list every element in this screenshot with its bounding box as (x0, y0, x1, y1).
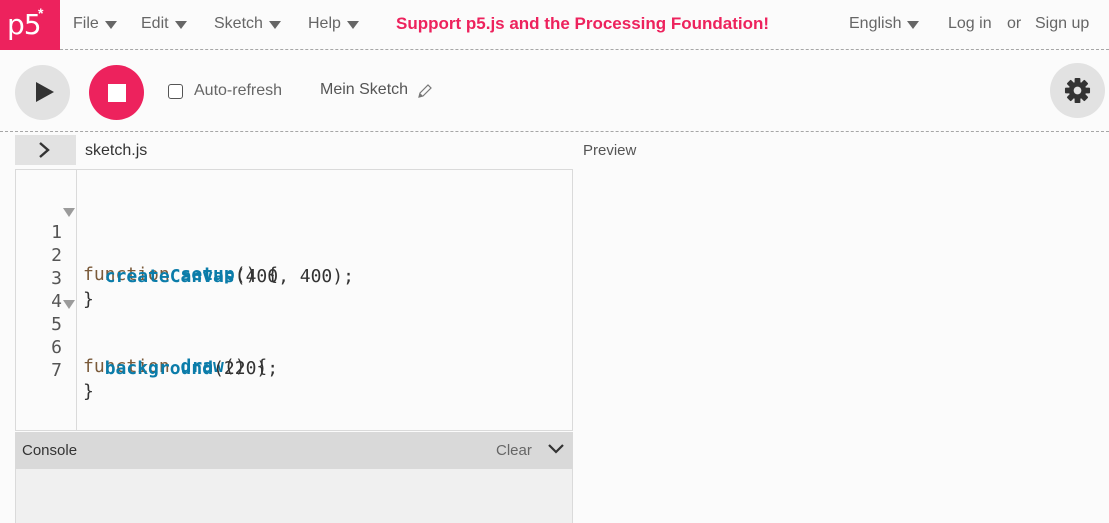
stop-button[interactable] (89, 65, 144, 120)
code-line[interactable]: 3 } (16, 247, 94, 310)
pencil-icon[interactable] (417, 83, 433, 99)
auto-refresh-checkbox[interactable] (168, 84, 183, 99)
console-title: Console (22, 442, 78, 459)
code-text: (220); (213, 358, 279, 379)
chevron-right-icon (39, 142, 50, 158)
logo-text: p5 (7, 8, 42, 41)
signup-link[interactable]: Sign up (1035, 15, 1089, 33)
fold-arrow-icon[interactable] (63, 208, 75, 217)
menu-edit-label: Edit (141, 15, 169, 32)
auto-refresh-label[interactable]: Auto-refresh (194, 82, 282, 100)
chevron-down-icon[interactable] (547, 442, 565, 456)
menu-help-label: Help (308, 15, 341, 32)
logo-star: * (38, 5, 44, 21)
file-tab[interactable]: sketch.js (85, 142, 147, 160)
line-number: 7 (51, 360, 62, 381)
menu-help[interactable]: Help (308, 15, 359, 33)
code-line[interactable]: 1 function setup() { (16, 201, 278, 285)
sidebar-toggle-button[interactable] (15, 135, 76, 165)
caret-down-icon (268, 21, 281, 29)
menu-file-label: File (73, 15, 99, 32)
caret-down-icon (104, 21, 117, 29)
code-line[interactable]: 7 } (16, 339, 94, 402)
menu-file[interactable]: File (73, 15, 117, 33)
menu-edit[interactable]: Edit (141, 15, 187, 33)
p5-logo[interactable]: p5 * (0, 0, 60, 50)
console-header: Console Clear (15, 432, 573, 469)
function-call: createCanvas (104, 266, 235, 287)
toolbar: Auto-refresh Mein Sketch (0, 51, 1109, 132)
code-line[interactable]: 2 createCanvas(400, 400); (16, 224, 354, 287)
sketch-name[interactable]: Mein Sketch (320, 81, 408, 99)
gear-icon (1064, 77, 1091, 104)
code-text: } (83, 289, 94, 310)
console-output (15, 469, 573, 523)
code-line[interactable]: 5 function draw() { (16, 293, 267, 377)
caret-down-icon (346, 21, 359, 29)
stop-icon (108, 84, 126, 102)
function-call: background (104, 358, 214, 379)
code-editor[interactable]: 1 function setup() { 2 createCanvas(400,… (15, 169, 573, 431)
menu-sketch-label: Sketch (214, 15, 263, 32)
code-line[interactable]: 6 background(220); (16, 316, 278, 379)
language-label: English (849, 15, 902, 32)
code-line[interactable]: 4 (16, 270, 62, 312)
login-link[interactable]: Log in (948, 15, 992, 33)
console-clear-button[interactable]: Clear (496, 442, 532, 459)
menu-sketch[interactable]: Sketch (214, 15, 281, 33)
play-icon (36, 82, 54, 102)
settings-button[interactable] (1050, 63, 1105, 118)
language-select[interactable]: English (849, 15, 920, 33)
top-nav: p5 * File Edit Sketch Help Support p5.js… (0, 0, 1109, 50)
code-text: } (83, 381, 94, 402)
preview-title: Preview (583, 142, 637, 159)
caret-down-icon (907, 21, 920, 29)
play-button[interactable] (15, 65, 70, 120)
or-text: or (1007, 15, 1022, 32)
support-banner-link[interactable]: Support p5.js and the Processing Foundat… (396, 14, 769, 34)
fold-arrow-icon[interactable] (63, 300, 75, 309)
code-text: (400, 400); (234, 266, 354, 287)
caret-down-icon (174, 21, 187, 29)
